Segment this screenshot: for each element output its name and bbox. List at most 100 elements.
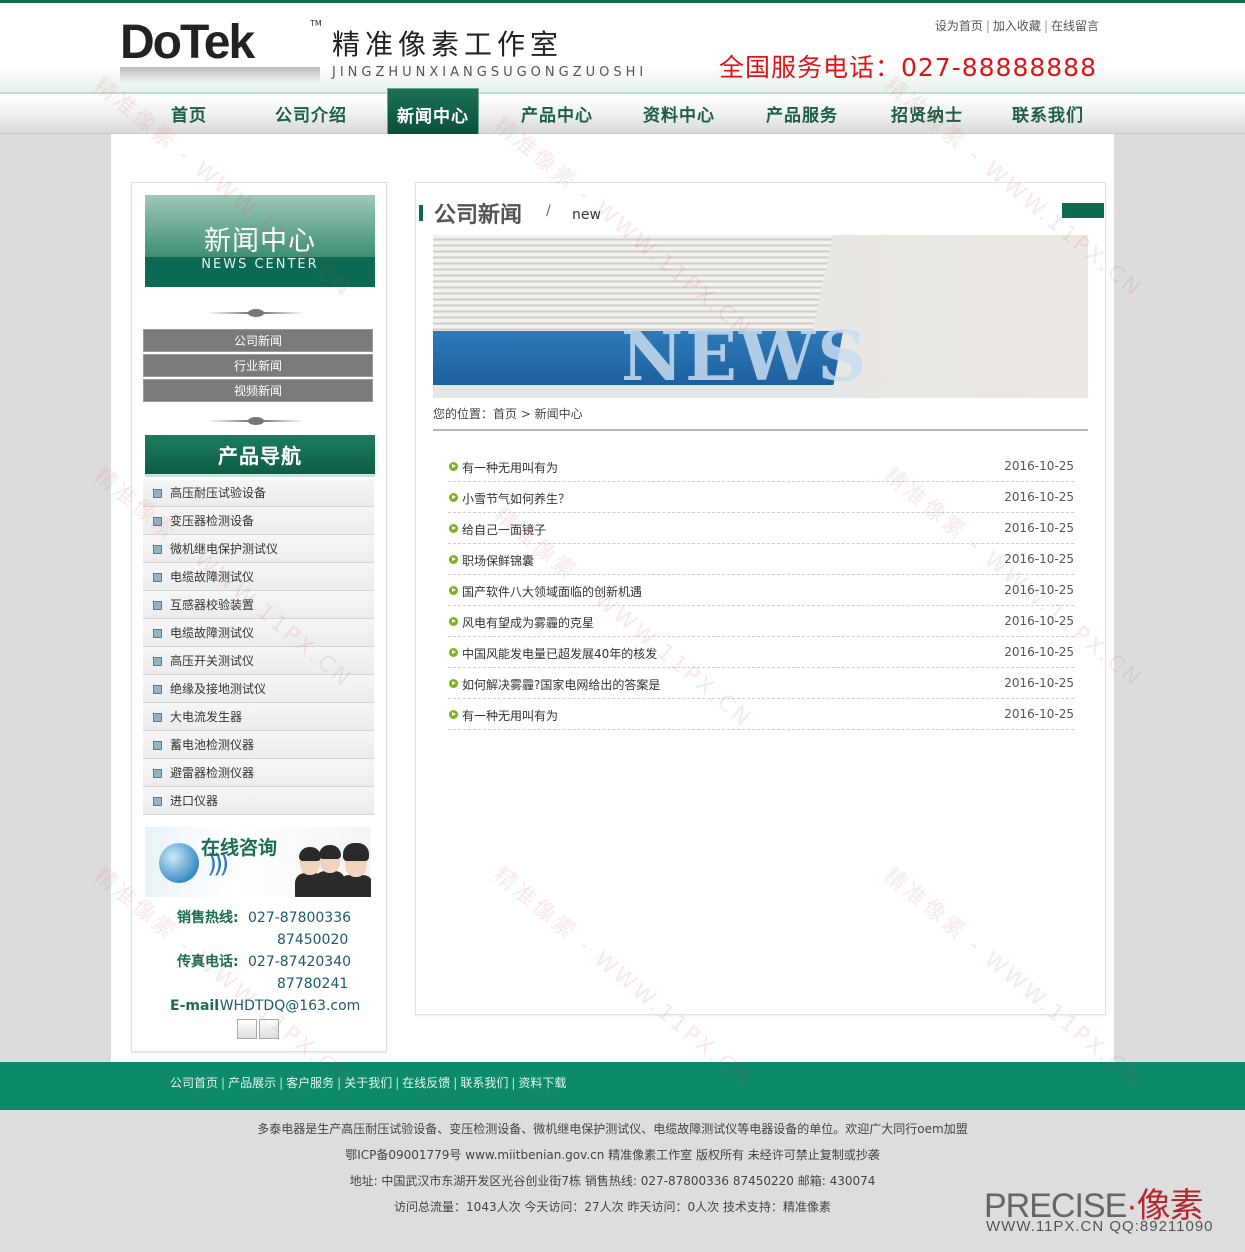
news-title[interactable]: 风电有望成为雾霾的克星 xyxy=(462,614,594,631)
bullet-icon xyxy=(153,489,162,498)
bullet-icon xyxy=(153,657,162,666)
news-item[interactable]: 如何解决雾霾?国家电网给出的答案是 2016-10-25 xyxy=(448,668,1074,699)
news-item[interactable]: 中国风能发电量已超发展40年的核发 2016-10-25 xyxy=(448,637,1074,668)
set-homepage-link[interactable]: 设为首页 xyxy=(935,19,983,33)
news-item[interactable]: 职场保鲜锦囊 2016-10-25 xyxy=(448,544,1074,575)
news-item[interactable]: 给自己一面镜子 2016-10-25 xyxy=(448,513,1074,544)
nav-item-home[interactable]: 首页 xyxy=(128,94,250,136)
news-date: 2016-10-25 xyxy=(1004,707,1074,721)
section-title: 公司新闻 / new xyxy=(416,195,1107,231)
fax-label: 传真电话: xyxy=(177,954,239,970)
logo-reflection xyxy=(120,67,320,83)
news-date: 2016-10-25 xyxy=(1004,583,1074,597)
logo-mark: DoTek xyxy=(120,16,255,69)
footer-link-contact[interactable]: 联系我们 xyxy=(460,1076,508,1090)
left-sidebar: 新闻中心 NEWS CENTER 公司新闻 行业新闻 视频新闻 产品导航 高压耐… xyxy=(131,182,387,1052)
news-title[interactable]: 职场保鲜锦囊 xyxy=(462,552,534,569)
bullet-icon xyxy=(153,713,162,722)
precise-stamp-logo: PRECISE·像素 WWW.11PX.CN QQ:89211090 xyxy=(984,1178,1234,1242)
news-item[interactable]: 小雪节气如何养生？ 2016-10-25 xyxy=(448,482,1074,513)
news-title[interactable]: 如何解决雾霾?国家电网给出的答案是 xyxy=(462,676,660,693)
footer-link-home[interactable]: 公司首页 xyxy=(170,1076,218,1090)
footer-link-downloads[interactable]: 资料下载 xyxy=(518,1076,566,1090)
news-item[interactable]: 有一种无用叫有为 2016-10-25 xyxy=(448,699,1074,730)
email-label: E-mail xyxy=(170,998,220,1014)
globe-icon xyxy=(159,843,199,883)
logo-chinese-name: 精准像素工作室 xyxy=(332,28,564,61)
online-consult-banner[interactable]: ))) 在线咨询 xyxy=(145,827,371,897)
subnav-item-video-news[interactable]: 视频新闻 xyxy=(143,379,373,402)
product-nav-item[interactable]: 避雷器检测仪器 xyxy=(143,759,374,787)
footer-nav: 公司首页 | 产品展示 | 客户服务 | 关于我们 | 在线反馈 | 联系我们 | 资料下载 xyxy=(0,1062,1245,1110)
news-title[interactable]: 小雪节气如何养生？ xyxy=(462,490,570,507)
contact-info: 销售热线: 027-87800336 87450020 传真电话: 027-8742… xyxy=(132,907,388,1039)
subnav-item-industry-news[interactable]: 行业新闻 xyxy=(143,354,373,377)
news-center-banner: 新闻中心 NEWS CENTER xyxy=(145,195,375,287)
product-nav-item[interactable]: 互感器校验装置 xyxy=(143,591,374,619)
nav-item-news[interactable]: 新闻中心 xyxy=(387,88,479,136)
footer-link-service[interactable]: 客户服务 xyxy=(286,1076,334,1090)
news-title[interactable]: 有一种无用叫有为 xyxy=(462,707,558,724)
main-container: 新闻中心 NEWS CENTER 公司新闻 行业新闻 视频新闻 产品导航 高压耐… xyxy=(111,134,1114,1062)
bullet-icon xyxy=(153,601,162,610)
sales-hotline-value: 027-87800336 xyxy=(248,910,352,926)
qq-contact-icons xyxy=(237,1019,281,1043)
product-nav-item[interactable]: 电缆故障测试仪 xyxy=(143,619,374,647)
news-item[interactable]: 风电有望成为雾霾的克星 2016-10-25 xyxy=(448,606,1074,637)
footer-link-feedback[interactable]: 在线反馈 xyxy=(402,1076,450,1090)
bullet-icon xyxy=(153,545,162,554)
footer-copyright: 鄂ICP备09001779号 www.miitbenian.gov.cn 精准像… xyxy=(345,1148,880,1162)
broken-image-icon[interactable] xyxy=(259,1019,279,1039)
arrow-bullet-icon xyxy=(449,462,458,471)
nav-item-products[interactable]: 产品中心 xyxy=(496,94,618,136)
news-title[interactable]: 给自己一面镜子 xyxy=(462,521,546,538)
product-nav-item[interactable]: 大电流发生器 xyxy=(143,703,374,731)
bullet-icon xyxy=(153,517,162,526)
product-nav-item[interactable]: 绝缘及接地测试仪 xyxy=(143,675,374,703)
nav-item-resources[interactable]: 资料中心 xyxy=(618,94,740,136)
sales-hotline-label: 销售热线: xyxy=(177,910,239,926)
news-item[interactable]: 国产软件八大领域面临的创新机遇 2016-10-25 xyxy=(448,575,1074,606)
nav-item-service[interactable]: 产品服务 xyxy=(741,94,863,136)
customer-service-photo xyxy=(295,833,371,897)
add-favorite-link[interactable]: 加入收藏 xyxy=(993,19,1041,33)
site-logo[interactable]: DoTek TM 精准像素工作室 JINGZHUNXIANGSUGONGZUOS… xyxy=(120,16,643,85)
news-title[interactable]: 中国风能发电量已超发展40年的核发 xyxy=(462,645,657,662)
broken-image-icon[interactable] xyxy=(237,1019,257,1039)
subnav-item-company-news[interactable]: 公司新闻 xyxy=(143,329,373,352)
bullet-icon xyxy=(153,573,162,582)
product-nav-item[interactable]: 变压器检测设备 xyxy=(143,507,374,535)
footer-link-about[interactable]: 关于我们 xyxy=(344,1076,392,1090)
section-title-slash: / xyxy=(546,203,551,219)
ornament-divider xyxy=(208,417,304,425)
bullet-icon xyxy=(153,769,162,778)
email-value[interactable]: :WHDTDQ@163.com xyxy=(215,995,360,1017)
product-nav-title: 产品导航 xyxy=(145,435,375,477)
news-center-subtitle: NEWS CENTER xyxy=(201,257,319,272)
news-title[interactable]: 国产软件八大领域面临的创新机遇 xyxy=(462,583,642,600)
arrow-bullet-icon xyxy=(449,710,458,719)
product-nav-item[interactable]: 高压耐压试验设备 xyxy=(143,479,374,507)
nav-item-careers[interactable]: 招贤纳士 xyxy=(866,94,988,136)
news-date: 2016-10-25 xyxy=(1004,459,1074,473)
nav-item-about[interactable]: 公司介绍 xyxy=(250,94,372,136)
news-date: 2016-10-25 xyxy=(1004,645,1074,659)
news-date: 2016-10-25 xyxy=(1004,490,1074,504)
product-nav-item[interactable]: 电缆故障测试仪 xyxy=(143,563,374,591)
news-date: 2016-10-25 xyxy=(1004,521,1074,535)
footer-link-products[interactable]: 产品展示 xyxy=(228,1076,276,1090)
news-date: 2016-10-25 xyxy=(1004,552,1074,566)
product-nav-item[interactable]: 蓄电池检测仪器 xyxy=(143,731,374,759)
product-nav-item[interactable]: 高压开关测试仪 xyxy=(143,647,374,675)
online-consult-title: 在线咨询 xyxy=(201,837,278,859)
online-message-link[interactable]: 在线留言 xyxy=(1051,19,1099,33)
product-nav-item[interactable]: 微机继电保护测试仪 xyxy=(143,535,374,563)
more-button[interactable] xyxy=(1062,203,1104,218)
news-title[interactable]: 有一种无用叫有为 xyxy=(462,459,558,476)
news-item[interactable]: 有一种无用叫有为 2016-10-25 xyxy=(448,451,1074,482)
news-date: 2016-10-25 xyxy=(1004,676,1074,690)
product-nav-item[interactable]: 进口仪器 xyxy=(143,787,374,815)
nav-item-contact[interactable]: 联系我们 xyxy=(987,94,1109,136)
fax-value-2: 87780241 xyxy=(277,976,349,992)
ornament-divider xyxy=(208,309,304,317)
